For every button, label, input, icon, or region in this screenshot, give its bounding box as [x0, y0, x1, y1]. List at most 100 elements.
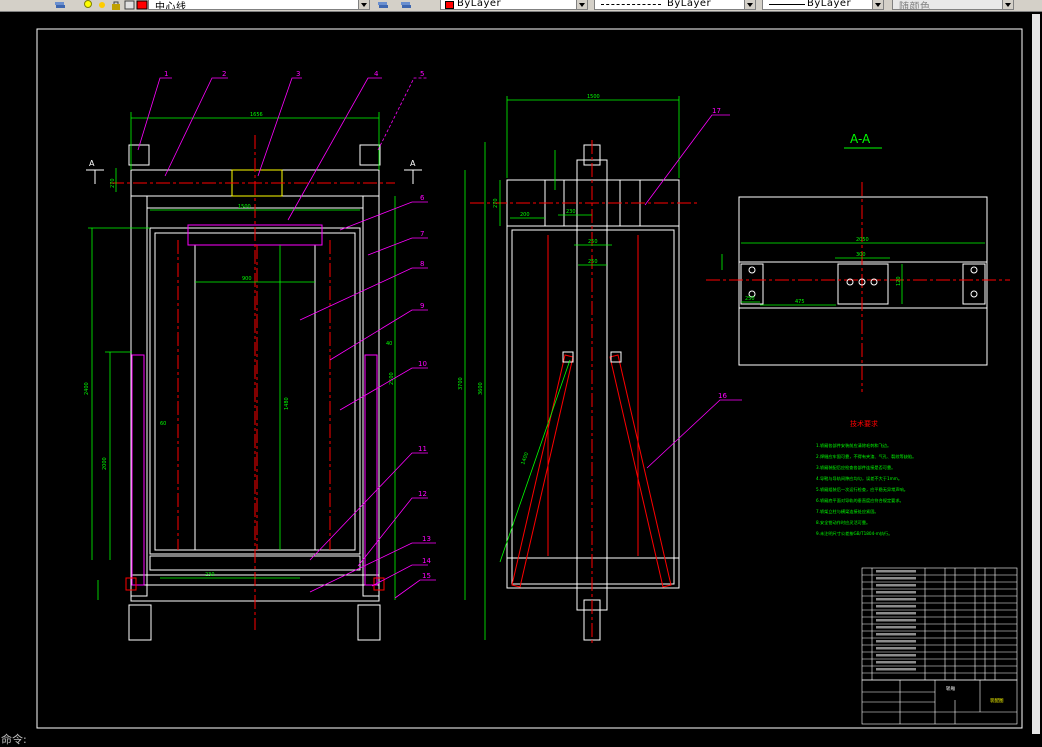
- color-swatch: [445, 1, 454, 9]
- dim-side-beam: 270: [493, 198, 499, 208]
- dim-aa-h: 120: [896, 276, 902, 286]
- tech-note-3: 3.轿厢装配后应检查各部件连接是否可靠。: [816, 464, 895, 471]
- dim-door-height: 2000: [102, 457, 108, 470]
- dim-door-width: 900: [242, 276, 252, 282]
- dim-aa-width: 2050: [856, 237, 869, 243]
- layer-dropdown[interactable]: 中心线: [148, 0, 370, 10]
- drawing-canvas[interactable]: 1656 1500 900 2400 2000 1480 2500 230 27…: [0, 12, 1042, 734]
- side-dim-text: 1500 3700 3600 270 200 230 250 250 1400: [458, 94, 600, 466]
- section-centerlines: [706, 182, 1010, 392]
- cut-marker-left: A: [89, 159, 95, 168]
- balloon-13[interactable]: 13: [422, 535, 431, 543]
- dim-beam: 270: [110, 178, 116, 188]
- command-prompt: 命令:: [1, 733, 27, 746]
- dim-x2: 250: [588, 259, 598, 265]
- bom-rows: [862, 570, 1017, 674]
- balloon-7[interactable]: 7: [420, 230, 424, 238]
- dim-inner: 1480: [284, 397, 290, 410]
- command-line[interactable]: 命令:: [0, 733, 1042, 746]
- bom-row-text: [876, 577, 916, 580]
- side-red-lines: [470, 140, 700, 645]
- chevron-down-icon[interactable]: [744, 0, 755, 9]
- color-dropdown[interactable]: ByLayer: [440, 0, 588, 10]
- balloon-6[interactable]: 6: [420, 194, 425, 202]
- tech-note-5: 5.轿厢组装后一次运行检查，应平稳无异常声响。: [816, 486, 908, 493]
- tech-note-1: 1.轿厢各部件安装前应清除毛刺和飞边。: [816, 442, 891, 449]
- title-drawing-name: 轿厢: [946, 685, 955, 692]
- balloon-15[interactable]: 15: [422, 572, 431, 580]
- bom-row-text: [876, 612, 916, 615]
- bom-row-text: [876, 647, 916, 650]
- dim-side-h2: 3600: [478, 382, 484, 395]
- tech-note-7: 7.轿架立柱与横梁连接处应紧固。: [816, 508, 879, 515]
- tech-note-2: 2.焊缝应牢固可靠，不得有夹渣、气孔、裂纹等缺陷。: [816, 453, 916, 460]
- bom-row-text: [876, 591, 916, 594]
- side-view: [506, 144, 680, 641]
- balloon-4[interactable]: 4: [374, 70, 379, 78]
- tech-notes: 1.轿厢各部件安装前应清除毛刺和飞边。 2.焊缝应牢固可靠，不得有夹渣、气孔、裂…: [816, 442, 916, 537]
- dim-small1: 60: [160, 421, 166, 427]
- make-current-icon[interactable]: [124, 0, 136, 10]
- bom-row-text: [876, 619, 916, 622]
- dim-gap2: 230: [566, 209, 576, 215]
- bom-row-text: [876, 584, 916, 587]
- layer-color-icon: [136, 0, 148, 10]
- balloon-2[interactable]: 2: [222, 70, 226, 78]
- bom-row-text: [876, 626, 916, 629]
- dim-bottom: 230: [205, 572, 215, 578]
- chevron-down-icon[interactable]: [358, 0, 369, 9]
- balloon-5[interactable]: 5: [420, 70, 424, 78]
- linetype-dropdown[interactable]: ByLayer: [594, 0, 756, 10]
- bom-row-text: [876, 605, 916, 608]
- tech-note-9: 9.未注明尺寸公差按GB/T1804-m执行。: [816, 530, 892, 537]
- layer-states-icon[interactable]: [400, 0, 412, 10]
- linetype-sample: [601, 4, 661, 5]
- dim-x1: 250: [588, 239, 598, 245]
- chevron-down-icon[interactable]: [576, 0, 587, 9]
- balloon-8[interactable]: 8: [420, 260, 424, 268]
- tech-note-6: 6.轿厢底平面对导轨的垂直度应符合规定要求。: [816, 497, 904, 504]
- plotstyle-dropdown-value: 随颜色: [899, 2, 931, 10]
- vertical-scrollbar[interactable]: [1032, 14, 1040, 734]
- chevron-down-icon[interactable]: [872, 0, 883, 9]
- balloon-10[interactable]: 10: [418, 360, 427, 368]
- section-dimensions: [721, 242, 985, 306]
- dim-aa-left: 250: [745, 296, 755, 302]
- sun-icon[interactable]: [96, 0, 108, 10]
- tech-req-title: 技术要求: [850, 419, 878, 428]
- lock-icon[interactable]: [110, 0, 122, 10]
- bom-row-text: [876, 654, 916, 657]
- balloon-3[interactable]: 3: [296, 70, 300, 78]
- lineweight-dropdown[interactable]: ByLayer: [762, 0, 884, 10]
- linetype-dropdown-value: ByLayer: [667, 0, 712, 9]
- bom-row-text: [876, 668, 916, 671]
- bom-row-text: [876, 640, 916, 643]
- balloon-9[interactable]: 9: [420, 302, 424, 310]
- balloon-11[interactable]: 11: [418, 445, 427, 453]
- dim-aa-hole: 300: [856, 252, 866, 258]
- chevron-down-icon[interactable]: [1002, 0, 1013, 9]
- plotstyle-dropdown[interactable]: 随颜色: [892, 0, 1014, 10]
- tech-note-4: 4.导靴与导轨间隙应均匀，误差不大于1mm。: [816, 475, 902, 482]
- balloon-numbers: 1 2 3 4 5 6 7 8 9 10 11 12 13 14 15 16 1…: [164, 70, 727, 580]
- layer-previous-icon[interactable]: [377, 0, 389, 10]
- lineweight-dropdown-value: ByLayer: [807, 0, 852, 9]
- tech-note-8: 8.安全钳动作时应灵活可靠。: [816, 519, 870, 526]
- leader-lines: [137, 77, 742, 599]
- title-material: 装配图: [990, 697, 1004, 704]
- dim-brace: 1400: [520, 452, 530, 466]
- bom-row-text: [876, 661, 916, 664]
- balloon-1[interactable]: 1: [164, 70, 168, 78]
- balloon-16[interactable]: 16: [718, 392, 727, 400]
- balloon-17[interactable]: 17: [712, 107, 721, 115]
- lineweight-sample: [769, 4, 805, 5]
- lightbulb-icon[interactable]: [82, 0, 94, 10]
- dim-car-height: 2400: [84, 382, 90, 395]
- balloon-14[interactable]: 14: [422, 557, 431, 565]
- dim-gap1: 200: [520, 212, 530, 218]
- balloon-12[interactable]: 12: [418, 490, 427, 498]
- layer-manager-icon[interactable]: [54, 0, 66, 10]
- title-block-text: 轿厢 装配图: [946, 685, 1004, 704]
- color-dropdown-value: ByLayer: [457, 0, 502, 9]
- cut-marker-right: A: [410, 159, 416, 168]
